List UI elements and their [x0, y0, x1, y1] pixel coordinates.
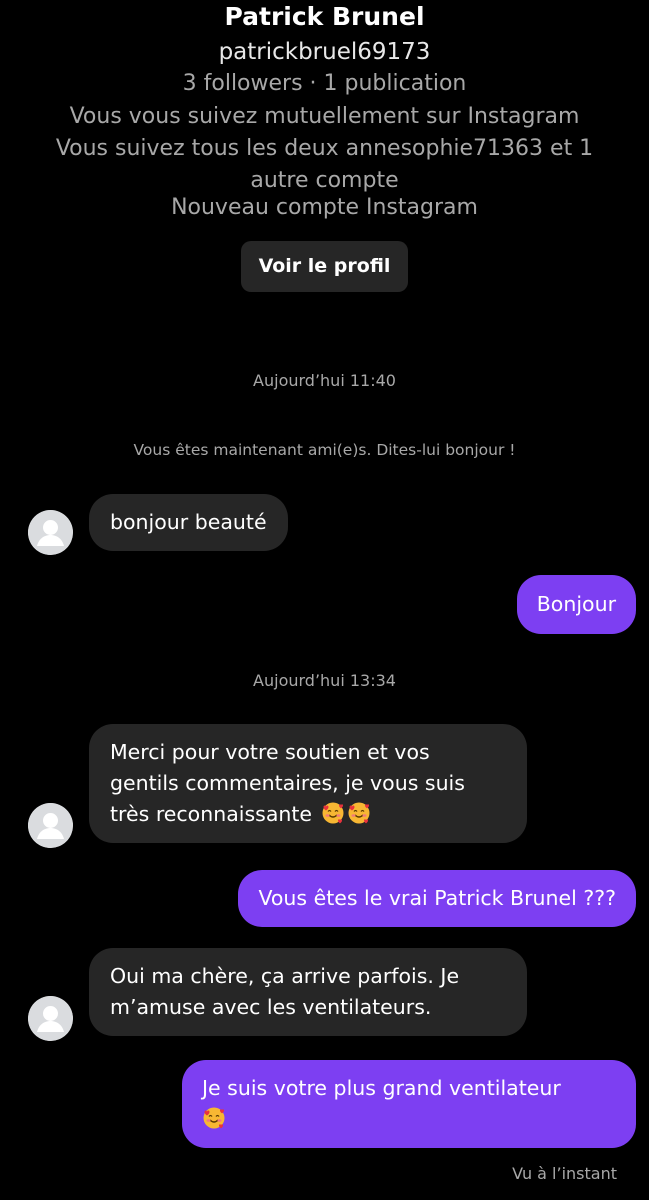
- profile-handle: patrickbruel69173: [218, 39, 431, 65]
- message-text: bonjour beauté: [110, 510, 267, 534]
- incoming-message[interactable]: Oui ma chère, ça arrive parfois. Je m’am…: [89, 948, 527, 1036]
- profile-stats: 3 followers · 1 publication: [182, 71, 467, 96]
- seen-status: Vu à l’instant: [512, 1164, 617, 1183]
- outgoing-message[interactable]: Je suis votre plus grand ventilateur: [182, 1060, 636, 1148]
- timestamp: Aujourd’hui 13:34: [253, 671, 396, 690]
- message-text: Vous êtes le vrai Patrick Brunel ???: [258, 886, 616, 910]
- message-text-line: gentils commentaires, je vous suis: [110, 771, 465, 795]
- new-account-note: Nouveau compte Instagram: [171, 195, 478, 220]
- outgoing-message[interactable]: Vous êtes le vrai Patrick Brunel ???: [238, 870, 636, 927]
- smiling-face-with-hearts-icon: [321, 801, 345, 825]
- smiling-face-with-hearts-icon: [347, 801, 371, 825]
- message-text-line: Je suis votre plus grand ventilateur: [202, 1076, 561, 1100]
- common-follows-note: Vous suivez tous les deux annesophie7136…: [30, 133, 619, 197]
- default-avatar-icon[interactable]: [28, 510, 73, 555]
- smiling-face-with-hearts-icon: [202, 1106, 226, 1130]
- profile-name: Patrick Brunel: [224, 2, 425, 31]
- default-avatar-icon[interactable]: [28, 803, 73, 848]
- incoming-message[interactable]: Merci pour votre soutien et vos gentils …: [89, 724, 527, 843]
- message-text-line: très reconnaissante: [110, 802, 313, 826]
- friend-notice: Vous êtes maintenant ami(e)s. Dites-lui …: [133, 441, 516, 459]
- view-profile-button[interactable]: Voir le profil: [241, 241, 408, 292]
- common-follows-line1: Vous suivez tous les deux annesophie7136…: [55, 136, 594, 161]
- message-text-line: Merci pour votre soutien et vos: [110, 740, 430, 764]
- message-text: Bonjour: [536, 592, 616, 616]
- common-follows-line2: autre compte: [250, 168, 399, 193]
- default-avatar-icon[interactable]: [28, 996, 73, 1041]
- incoming-message[interactable]: bonjour beauté: [89, 494, 288, 551]
- message-text-line: m’amuse avec les ventilateurs.: [110, 995, 432, 1019]
- outgoing-message[interactable]: Bonjour: [516, 575, 636, 634]
- message-text-line: Oui ma chère, ça arrive parfois. Je: [110, 964, 460, 988]
- mutual-follow-note: Vous vous suivez mutuellement sur Instag…: [69, 104, 580, 129]
- timestamp: Aujourd’hui 11:40: [253, 371, 396, 390]
